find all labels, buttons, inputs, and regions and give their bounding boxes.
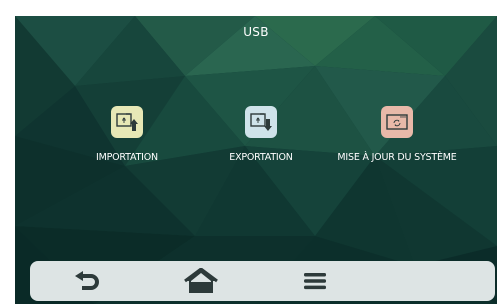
export-tile[interactable]	[245, 106, 277, 138]
system-update-tile[interactable]	[381, 106, 413, 138]
bottom-navbar	[30, 261, 495, 301]
import-tile[interactable]	[111, 106, 143, 138]
system-update-label: MISE À JOUR DU SYSTÈME	[337, 152, 457, 163]
screen-title: USB	[243, 25, 269, 39]
home-button[interactable]	[171, 261, 231, 301]
back-button[interactable]	[57, 261, 117, 301]
menu-icon	[304, 273, 326, 290]
back-icon	[75, 271, 99, 290]
screen: USB IMPORTATION EXPORTATION MISE À JOUR …	[15, 16, 497, 304]
usb-export-icon	[250, 113, 272, 131]
usb-import-icon	[116, 113, 138, 131]
home-icon	[184, 268, 218, 293]
system-update-icon	[386, 114, 408, 130]
system-update-app[interactable]: MISE À JOUR DU SYSTÈME	[317, 106, 477, 163]
menu-button[interactable]	[285, 261, 345, 301]
